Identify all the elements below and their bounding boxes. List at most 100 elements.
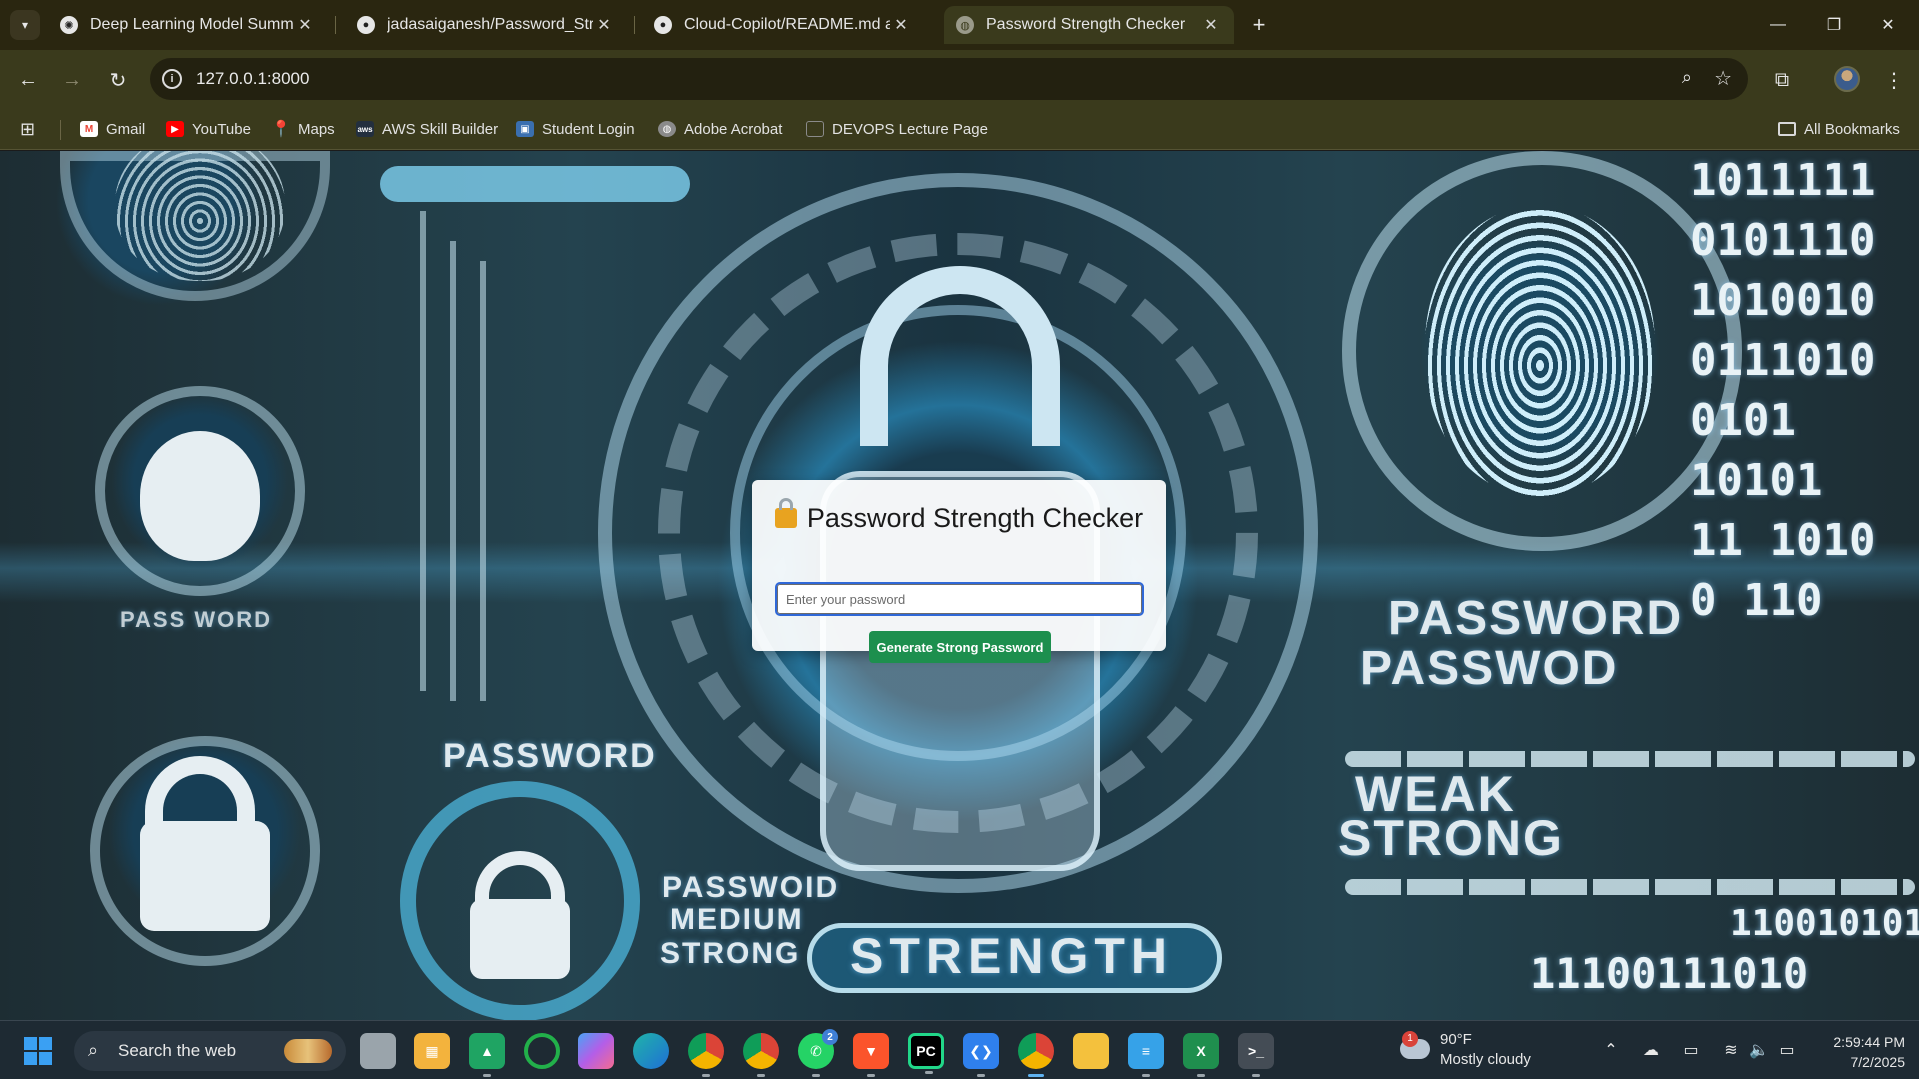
tab-divider — [335, 16, 336, 34]
arrow-left-icon: ← — [18, 68, 38, 91]
bookmark-aws[interactable]: aws AWS Skill Builder — [356, 118, 498, 140]
tab-search-button[interactable]: ▾ — [10, 10, 40, 40]
globe-icon: ◍ — [658, 121, 676, 137]
vscode-icon[interactable]: ❮❯ — [963, 1033, 999, 1077]
fingerprint-image — [1425, 206, 1655, 496]
bookmark-adobe-acrobat[interactable]: ◍ Adobe Acrobat — [658, 118, 782, 140]
bookmark-star-icon[interactable]: ☆ — [1714, 66, 1732, 91]
search-label: Search the web — [118, 1041, 237, 1060]
openai-icon: ✺ — [60, 16, 78, 34]
binary-row: 0111010 — [1690, 335, 1876, 386]
circuit-line — [480, 261, 486, 701]
generate-password-button[interactable]: Generate Strong Password — [869, 631, 1051, 663]
pycharm-icon[interactable]: PC — [908, 1033, 944, 1074]
bookmark-maps[interactable]: 📍 Maps — [271, 118, 335, 140]
notepad-icon[interactable]: ≡ — [1128, 1033, 1164, 1077]
tab-close-icon[interactable]: ✕ — [593, 15, 615, 35]
binary-text-block: 11100111010 — [1530, 951, 1808, 997]
back-button[interactable]: ← — [12, 64, 44, 96]
excel-icon[interactable]: X — [1183, 1033, 1219, 1077]
student-icon: ▣ — [516, 121, 534, 137]
reload-button[interactable]: ↻ — [102, 64, 134, 96]
edge-icon[interactable] — [633, 1033, 669, 1069]
url-text[interactable]: 127.0.0.1:8000 — [196, 69, 309, 89]
binary-row: 11 1010 — [1690, 515, 1876, 566]
copilot-icon[interactable] — [578, 1033, 614, 1069]
bookmark-youtube[interactable]: ▶ YouTube — [166, 118, 251, 140]
close-window-button[interactable]: ✕ — [1868, 10, 1908, 40]
bg-text-medium: MEDIUM — [670, 903, 804, 936]
file-explorer-icon[interactable] — [1073, 1033, 1109, 1069]
bookmark-gmail[interactable]: M Gmail — [80, 118, 145, 140]
profile-avatar[interactable] — [1834, 66, 1860, 92]
taskbar-clock[interactable]: 2:59:44 PM 7/2/2025 — [1805, 1032, 1905, 1072]
bookmark-label: DEVOPS Lecture Page — [832, 120, 988, 138]
bg-text-strong-small: STRONG — [660, 937, 801, 970]
binary-row: 0 110 — [1690, 575, 1823, 626]
binary-row: 11100111010 — [1530, 949, 1809, 998]
menu-button[interactable]: ⋮ — [1878, 64, 1910, 96]
tab-password-checker[interactable]: ◍ Password Strength Checker ✕ — [944, 6, 1234, 44]
binary-row: 10101 — [1690, 455, 1823, 506]
zoom-icon[interactable]: ⌕ — [1682, 67, 1692, 88]
page-icon — [806, 121, 824, 137]
all-bookmarks-button[interactable]: All Bookmarks — [1778, 118, 1900, 140]
bookmark-label: Student Login — [542, 120, 635, 138]
task-view-icon[interactable] — [360, 1033, 396, 1069]
chrome-active-icon[interactable] — [1018, 1033, 1054, 1077]
microsoft-store-icon[interactable]: ▦ — [414, 1033, 450, 1069]
forward-button[interactable]: → — [56, 64, 88, 96]
maps-icon: 📍 — [271, 121, 291, 138]
bookmark-label: AWS Skill Builder — [382, 120, 499, 138]
bg-text-passwoid: PASSWOID — [662, 871, 840, 904]
battery-icon[interactable]: ▭ — [1776, 1039, 1798, 1061]
restore-button[interactable]: ❐ — [1814, 10, 1854, 40]
all-bookmarks-label: All Bookmarks — [1804, 120, 1900, 138]
brave-icon[interactable]: ▼ — [853, 1033, 889, 1077]
restore-icon: ❐ — [1826, 17, 1842, 34]
bookmarks-bar: ⊞ M Gmail ▶ YouTube 📍 Maps aws AWS Skill… — [0, 108, 1919, 150]
password-input[interactable] — [775, 582, 1144, 616]
github-icon: ● — [654, 16, 672, 34]
page-title: Password Strength Checker — [752, 498, 1166, 534]
extensions-button[interactable]: ⧉ — [1766, 64, 1798, 96]
bookmark-devops[interactable]: DEVOPS Lecture Page — [806, 118, 988, 140]
tab-close-icon[interactable]: ✕ — [890, 15, 912, 35]
tab-github-password[interactable]: ● jadasaiganesh/Password_Streng ✕ — [345, 6, 627, 44]
terminal-icon[interactable]: >_ — [1238, 1033, 1274, 1077]
tab-close-icon[interactable]: ✕ — [294, 15, 316, 35]
chrome-profile-icon[interactable] — [688, 1033, 724, 1077]
windows-logo-icon — [39, 1037, 52, 1050]
strength-bar — [1345, 751, 1915, 767]
google-drive-icon[interactable]: ▲ — [469, 1033, 505, 1077]
tab-close-icon[interactable]: ✕ — [1200, 15, 1222, 35]
chrome-icon[interactable] — [743, 1033, 779, 1077]
site-info-icon[interactable]: i — [162, 69, 182, 89]
lock-icon — [774, 498, 797, 528]
wifi-icon[interactable]: ≋ — [1720, 1039, 1742, 1061]
volume-icon[interactable]: 🔈 — [1748, 1039, 1770, 1061]
drive-icon[interactable]: ▭ — [1680, 1039, 1702, 1061]
chevron-up-icon[interactable]: ⌃ — [1600, 1039, 1622, 1061]
bookmark-label: Maps — [298, 120, 335, 138]
plus-icon: + — [1252, 12, 1266, 37]
minimize-button[interactable]: — — [1758, 10, 1798, 40]
new-tab-button[interactable]: + — [1244, 10, 1274, 40]
folder-icon — [1778, 122, 1796, 136]
start-button[interactable] — [24, 1037, 52, 1065]
windows-logo-icon — [39, 1052, 52, 1065]
whatsapp-icon[interactable]: ✆ 2 — [798, 1029, 838, 1077]
circuit-line — [420, 211, 426, 691]
circuit-bar — [380, 166, 690, 202]
youtube-icon: ▶ — [166, 121, 184, 137]
tab-deep-learning[interactable]: ✺ Deep Learning Model Summary ✕ — [48, 6, 328, 44]
tab-cloud-copilot[interactable]: ● Cloud-Copilot/README.md at m ✕ — [642, 6, 924, 44]
apps-grid-button[interactable]: ⊞ — [20, 118, 35, 140]
bg-text-passwod: PASSWOD — [1360, 642, 1619, 695]
onedrive-error-icon[interactable]: ☁ — [1640, 1039, 1662, 1061]
refresh-app-icon[interactable] — [524, 1033, 560, 1069]
address-bar[interactable]: i 127.0.0.1:8000 ⌕ ☆ — [150, 58, 1748, 100]
bookmark-student-login[interactable]: ▣ Student Login — [516, 118, 635, 140]
weather-widget[interactable]: 1 90°F Mostly cloudy — [1400, 1031, 1550, 1071]
taskbar-search[interactable]: ⌕ Search the web — [74, 1031, 346, 1071]
